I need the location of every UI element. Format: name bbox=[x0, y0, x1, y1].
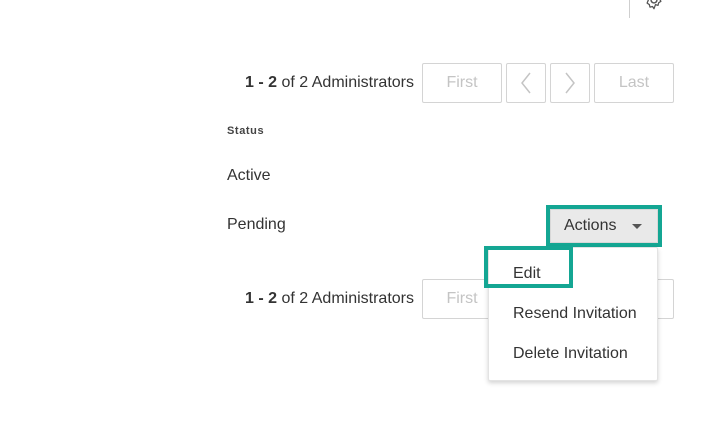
chevron-right-icon bbox=[565, 72, 575, 94]
pagination-range: 1 - 2 bbox=[245, 290, 278, 307]
menu-item-delete-invitation[interactable]: Delete Invitation bbox=[513, 345, 628, 363]
pagination-suffix: of 2 Administrators bbox=[277, 290, 414, 307]
menu-item-resend-invitation[interactable]: Resend Invitation bbox=[513, 305, 637, 323]
row-status-active: Active bbox=[227, 167, 271, 184]
pagination-range: 1 - 2 bbox=[245, 74, 278, 91]
next-page-button[interactable] bbox=[550, 63, 590, 103]
actions-menu: Edit Resend Invitation Delete Invitation bbox=[488, 247, 658, 381]
last-page-button[interactable]: Last bbox=[594, 63, 674, 103]
gear-icon[interactable] bbox=[643, 0, 665, 11]
row-status-pending: Pending bbox=[227, 216, 286, 233]
pagination-count: 1 - 2 of 2 Administrators bbox=[245, 279, 414, 319]
toolbar-divider bbox=[629, 0, 630, 18]
first-page-label: First bbox=[446, 290, 478, 307]
pagination-count: 1 - 2 of 2 Administrators bbox=[245, 63, 414, 103]
last-page-label: Last bbox=[618, 74, 650, 91]
actions-label: Actions bbox=[564, 217, 617, 234]
first-page-button[interactable]: First bbox=[422, 63, 502, 103]
previous-page-button[interactable] bbox=[506, 63, 546, 103]
pagination-top: 1 - 2 of 2 Administrators First Last bbox=[0, 63, 718, 103]
caret-down-icon bbox=[632, 224, 642, 229]
chevron-left-icon bbox=[521, 72, 531, 94]
first-page-label: First bbox=[446, 74, 478, 91]
pagination-suffix: of 2 Administrators bbox=[277, 74, 414, 91]
menu-item-edit[interactable]: Edit bbox=[513, 265, 541, 283]
actions-dropdown-button[interactable]: Actions bbox=[550, 209, 658, 243]
status-column-header: Status bbox=[227, 125, 265, 137]
